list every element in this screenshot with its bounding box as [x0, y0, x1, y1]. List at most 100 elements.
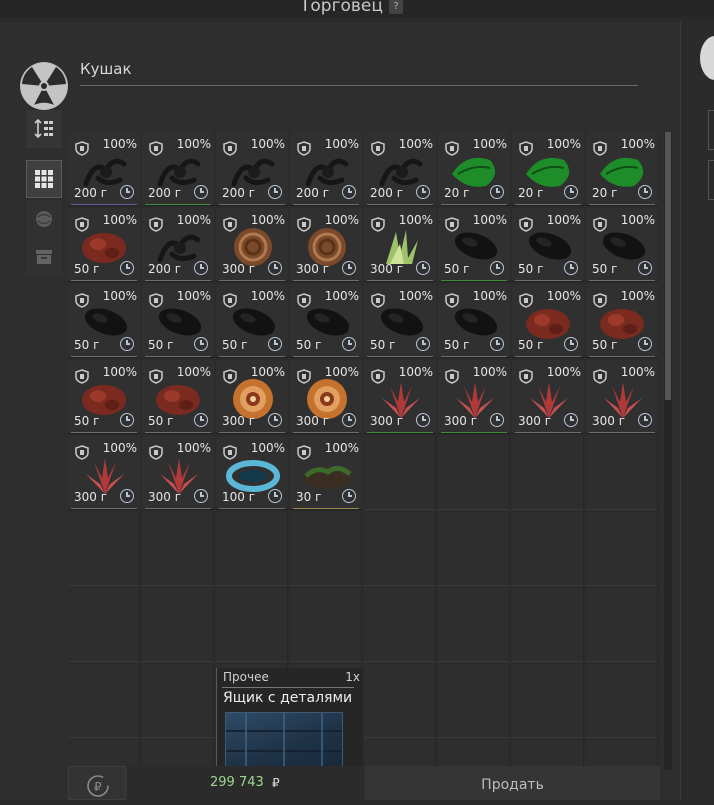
inventory-slot[interactable]: 100% 300 г [216, 360, 288, 434]
empty-slot[interactable] [364, 588, 436, 662]
empty-slot[interactable] [438, 512, 510, 586]
empty-slot[interactable] [142, 664, 214, 738]
empty-slot[interactable] [364, 512, 436, 586]
inventory-slot[interactable]: 100% 50 г [586, 284, 658, 358]
grid-view-button[interactable] [26, 160, 62, 198]
inventory-slot[interactable]: 100% 300 г [290, 360, 362, 434]
empty-slot[interactable] [586, 436, 658, 510]
item-condition: 100% [102, 289, 137, 303]
inventory-slot[interactable]: 100% 50 г [68, 284, 140, 358]
inventory-slot[interactable]: 100% 200 г [68, 132, 140, 206]
inventory-slot[interactable]: 100% 50 г [142, 284, 214, 358]
item-condition: 100% [546, 289, 581, 303]
second-panel-tab[interactable] [708, 160, 714, 200]
slot-underline [71, 280, 137, 281]
item-weight: 300 г [592, 414, 626, 428]
scroll-thumb[interactable] [665, 132, 671, 400]
trader-panel: Кушак 100% 200 г 100% 200 г100% 200 г 10… [0, 22, 681, 800]
inventory-slot[interactable]: 100% 300 г [512, 360, 584, 434]
clock-icon [416, 413, 430, 427]
shield-icon [297, 217, 311, 232]
empty-slot[interactable] [512, 588, 584, 662]
inventory-slot[interactable]: 100% 300 г [364, 360, 436, 434]
empty-slot[interactable] [586, 664, 658, 738]
empty-slot[interactable] [438, 436, 510, 510]
item-weight: 200 г [296, 186, 330, 200]
empty-slot[interactable] [586, 588, 658, 662]
empty-slot[interactable] [290, 588, 362, 662]
shield-icon [149, 369, 163, 384]
empty-slot[interactable] [68, 588, 140, 662]
inventory-slot[interactable]: 100% 300 г [142, 436, 214, 510]
inventory-slot[interactable]: 100% 20 г [586, 132, 658, 206]
item-condition: 100% [546, 137, 581, 151]
empty-slot[interactable] [586, 512, 658, 586]
inventory-slot[interactable]: 100% 50 г [512, 284, 584, 358]
empty-slot[interactable] [364, 664, 436, 738]
shield-icon [223, 141, 237, 156]
inventory-slot[interactable]: 100% 300 г [216, 208, 288, 282]
inventory-slot[interactable]: 100% 200 г [216, 132, 288, 206]
item-weight: 50 г [444, 338, 470, 352]
inventory-slot[interactable]: 100% 50 г [364, 284, 436, 358]
inventory-slot[interactable]: 100% 50 г [438, 284, 510, 358]
inventory-slot[interactable]: 100% 300 г [438, 360, 510, 434]
item-condition: 100% [102, 137, 137, 151]
inventory-slot[interactable]: 100% 20 г [512, 132, 584, 206]
inventory-slot[interactable]: 100% 30 г [290, 436, 362, 510]
inventory-slot[interactable]: 100% 50 г [512, 208, 584, 282]
inventory-slot[interactable]: 100% 50 г [586, 208, 658, 282]
slot-underline [219, 356, 285, 357]
inventory-slot[interactable]: 100% 50 г [438, 208, 510, 282]
refresh-button[interactable]: ₽ [68, 766, 126, 800]
inventory-slot[interactable]: 100% 100 г [216, 436, 288, 510]
inventory-slot[interactable]: 100% 50 г [216, 284, 288, 358]
shield-icon [445, 293, 459, 308]
help-button[interactable]: ? [389, 0, 403, 14]
empty-slot[interactable] [512, 664, 584, 738]
item-condition: 100% [546, 365, 581, 379]
empty-slot[interactable] [216, 588, 288, 662]
inventory-slot[interactable]: 100% 300 г [364, 208, 436, 282]
empty-slot[interactable] [142, 588, 214, 662]
slot-underline [441, 432, 507, 433]
empty-slot[interactable] [290, 512, 362, 586]
shield-icon [445, 217, 459, 232]
inventory-slot[interactable]: 100% 200 г [142, 132, 214, 206]
empty-slot[interactable] [512, 436, 584, 510]
empty-slot[interactable] [438, 588, 510, 662]
empty-slot[interactable] [142, 512, 214, 586]
inventory-slot[interactable]: 100% 50 г [142, 360, 214, 434]
inventory-slot[interactable]: 100% 300 г [68, 436, 140, 510]
inventory-slot[interactable]: 100% 50 г [68, 360, 140, 434]
empty-slot[interactable] [438, 664, 510, 738]
item-weight: 300 г [296, 414, 330, 428]
box-filter-button[interactable] [26, 238, 62, 276]
empty-slot[interactable] [68, 512, 140, 586]
inventory-slot[interactable]: 100% 50 г [290, 284, 362, 358]
inventory-slot[interactable]: 100% 300 г [586, 360, 658, 434]
grid-scrollbar[interactable] [664, 132, 672, 770]
item-weight: 200 г [148, 186, 182, 200]
empty-slot[interactable] [364, 436, 436, 510]
sell-button[interactable]: Продать [365, 766, 660, 800]
item-condition: 100% [324, 213, 359, 227]
inventory-slot[interactable]: 100% 200 г [364, 132, 436, 206]
clock-icon [342, 261, 356, 275]
shield-icon [75, 217, 89, 232]
inventory-slot[interactable]: 100% 300 г [290, 208, 362, 282]
sort-button[interactable] [26, 110, 62, 148]
parts-crate-image [225, 712, 343, 772]
empty-slot[interactable] [216, 512, 288, 586]
shield-icon [445, 369, 459, 384]
clock-icon [120, 413, 134, 427]
empty-slot[interactable] [512, 512, 584, 586]
inventory-slot[interactable]: 100% 50 г [68, 208, 140, 282]
inventory-slot[interactable]: 100% 200 г [142, 208, 214, 282]
second-panel-tab[interactable] [708, 110, 714, 150]
shield-icon [297, 293, 311, 308]
empty-slot[interactable] [68, 664, 140, 738]
artifact-filter-button[interactable] [26, 200, 62, 238]
inventory-slot[interactable]: 100% 20 г [438, 132, 510, 206]
inventory-slot[interactable]: 100% 200 г [290, 132, 362, 206]
